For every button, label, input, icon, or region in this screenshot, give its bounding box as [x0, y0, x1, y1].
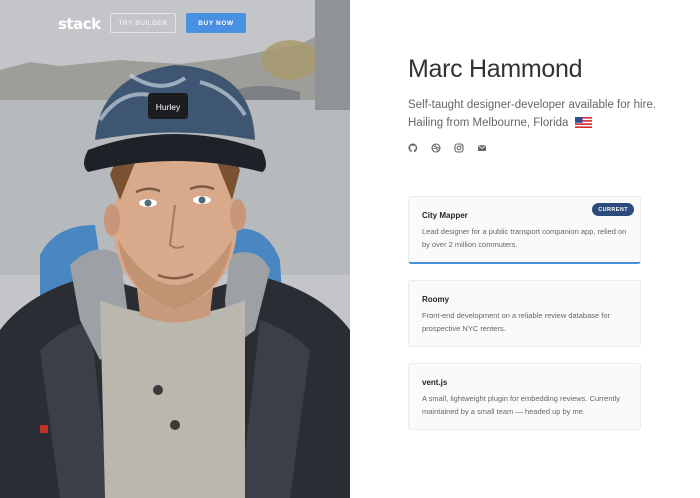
- social-links: [408, 143, 487, 153]
- current-badge: CURRENT: [592, 203, 634, 216]
- mail-icon[interactable]: [477, 143, 487, 153]
- project-title: Roomy: [422, 295, 450, 304]
- hero-photo: Hurley: [0, 0, 350, 498]
- buy-now-button[interactable]: BUY NOW: [186, 13, 246, 33]
- dribbble-icon[interactable]: [431, 143, 441, 153]
- logo[interactable]: stack: [58, 15, 101, 33]
- bio-line-1: Self-taught designer-developer available…: [408, 99, 657, 111]
- project-card-vent-js[interactable]: vent.js A small, lightweight plugin for …: [408, 363, 641, 430]
- profile-name: Marc Hammond: [408, 55, 583, 83]
- github-icon[interactable]: [408, 143, 418, 153]
- hero-photo-panel: Hurley stack TRY BUILDER BUY NOW: [0, 0, 350, 498]
- try-builder-button[interactable]: TRY BUILDER: [110, 13, 176, 33]
- instagram-icon[interactable]: [454, 143, 464, 153]
- profile-content: Marc Hammond Self-taught designer-develo…: [350, 0, 700, 498]
- project-title: vent.js: [422, 378, 448, 387]
- bio-location: Hailing from Melbourne, Florida: [408, 117, 569, 129]
- profile-bio: Self-taught designer-developer available…: [408, 96, 668, 132]
- project-card-city-mapper[interactable]: CURRENT City Mapper Lead designer for a …: [408, 196, 641, 264]
- us-flag-icon: [574, 117, 592, 128]
- top-nav: stack TRY BUILDER BUY NOW: [0, 0, 350, 46]
- project-card-roomy[interactable]: Roomy Front-end development on a reliabl…: [408, 280, 641, 347]
- project-description: Front-end development on a reliable revi…: [422, 311, 611, 333]
- project-description: A small, lightweight plugin for embeddin…: [422, 394, 621, 416]
- bio-line-2: Hailing from Melbourne, Florida: [408, 114, 668, 132]
- project-description: Lead designer for a public transport com…: [422, 227, 627, 249]
- cap-logo-text: Hurley: [156, 102, 181, 112]
